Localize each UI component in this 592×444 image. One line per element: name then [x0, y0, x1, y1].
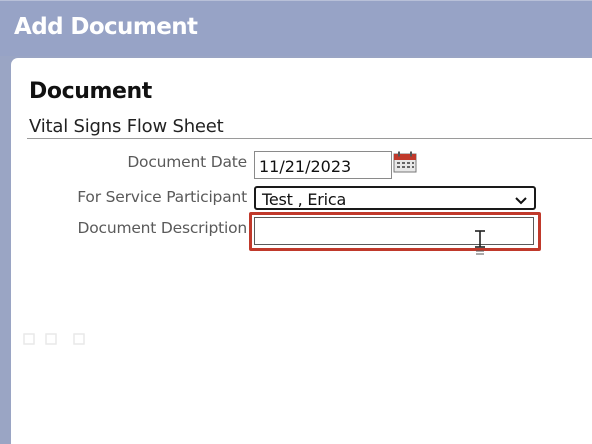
document-date-field[interactable]: 11/21/2023 [254, 151, 392, 179]
faded-toolbar-glyphs [22, 330, 92, 346]
dialog-title: Add Document [14, 14, 198, 40]
document-date-label: Document Date [127, 153, 247, 171]
document-name: Vital Signs Flow Sheet [29, 116, 224, 137]
document-description-label: Document Description [77, 219, 247, 237]
service-participant-value: Test , Erica [262, 190, 347, 209]
service-participant-select[interactable]: Test , Erica [254, 186, 536, 210]
chevron-down-icon[interactable] [514, 192, 528, 205]
text-cursor-icon [471, 229, 489, 257]
section-divider [27, 138, 592, 139]
calendar-icon[interactable] [393, 151, 417, 173]
service-participant-label: For Service Participant [77, 188, 247, 206]
document-description-field[interactable] [254, 217, 534, 245]
section-title: Document [29, 79, 152, 104]
dialog-titlebar: Add Document [0, 0, 592, 56]
